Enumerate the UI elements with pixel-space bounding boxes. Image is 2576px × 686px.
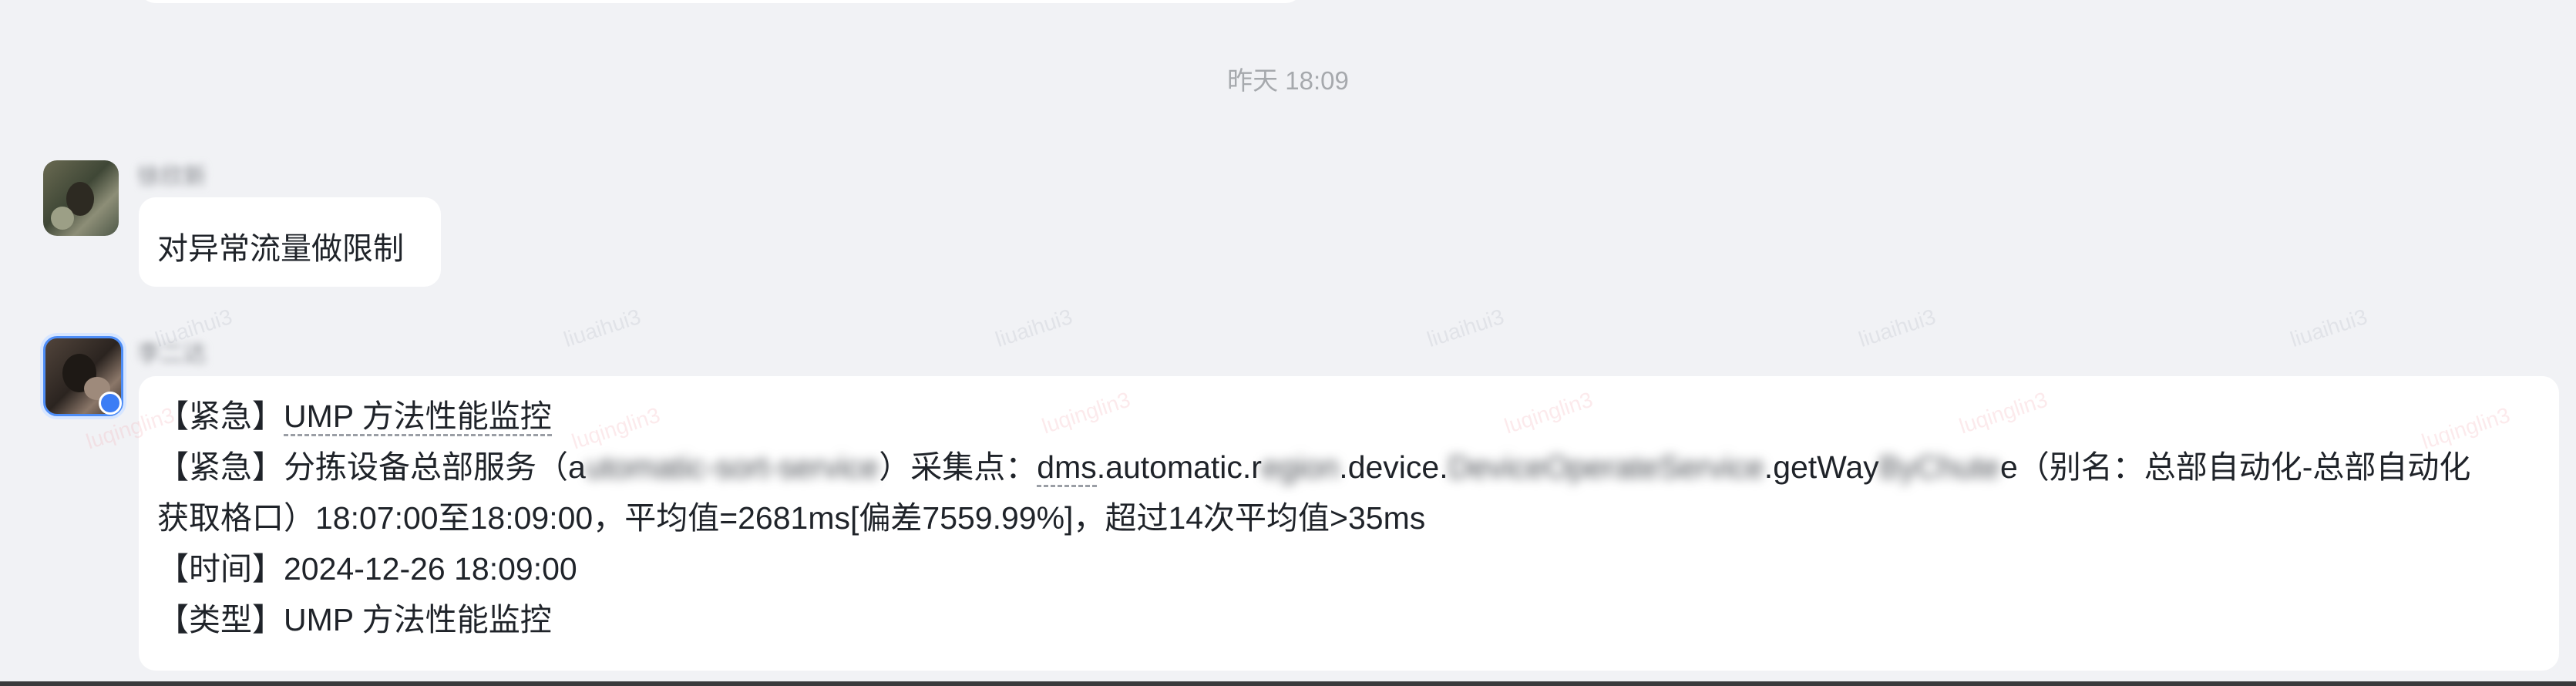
previous-message-bubble (139, 0, 1303, 3)
dms-link[interactable]: dms (1037, 449, 1097, 487)
detail-text: e（别名：总部自动化-总部自动化 (1999, 449, 2471, 485)
online-status-icon (99, 392, 122, 415)
time-divider: 昨天 18:09 (1227, 66, 1349, 95)
watermark: liuaihui3 (1424, 304, 1507, 352)
message-line-type: 【类型】UMP 方法性能监控 (157, 602, 552, 637)
message-text: 对异常流量做限制 (157, 232, 404, 266)
watermark: liuaihui3 (992, 304, 1075, 352)
detail-text: ）采集点： (879, 449, 1037, 485)
detail-text: 【紧急】分拣设备总部服务（a (157, 449, 586, 485)
message-line-summary: 获取格口）18:07:00至18:09:00，平均值=2681ms[偏差7559… (157, 500, 1426, 536)
message-bubble[interactable]: 【紧急】UMP 方法性能监控 【紧急】分拣设备总部服务（automatic-so… (139, 376, 2559, 671)
avatar[interactable] (43, 160, 119, 236)
message-bubble[interactable]: 对异常流量做限制 (139, 197, 441, 287)
watermark: liuaihui3 (1855, 304, 1939, 352)
title-link[interactable]: UMP 方法性能监控 (284, 398, 552, 436)
masked-text: egion (1261, 449, 1340, 485)
masked-text: DeviceOperateService (1448, 449, 1764, 485)
title-prefix: 【紧急】 (157, 398, 284, 434)
message-line-title: 【紧急】UMP 方法性能监控 (157, 398, 552, 436)
detail-text: .device. (1339, 449, 1448, 485)
detail-text: .getWay (1764, 449, 1879, 485)
detail-text: .automatic.r (1096, 449, 1262, 485)
watermark: liuaihui3 (2287, 304, 2370, 352)
watermark: liuaihui3 (560, 304, 644, 352)
sender-name[interactable]: 李二达 (137, 335, 207, 368)
window-bottom-edge (0, 681, 2576, 686)
message-line-detail: 【紧急】分拣设备总部服务（automatic-sort-service）采集点：… (157, 449, 2471, 487)
masked-text: ByChute (1878, 449, 2000, 485)
message-line-time: 【时间】2024-12-26 18:09:00 (157, 551, 577, 587)
masked-text: utomatic-sort-service (585, 449, 879, 485)
sender-name[interactable]: 徐欣新 (137, 157, 207, 191)
